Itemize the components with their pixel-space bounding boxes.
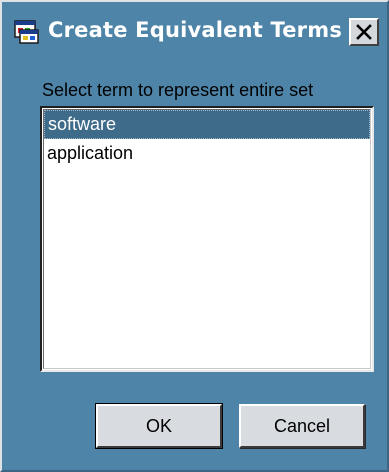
list-item-software[interactable]: software <box>44 110 370 139</box>
cancel-button[interactable]: Cancel <box>239 404 365 448</box>
dialog-app-icon <box>14 20 39 44</box>
list-item-application[interactable]: application <box>44 139 370 168</box>
close-button[interactable] <box>349 18 379 46</box>
terms-list: software application <box>43 109 371 369</box>
terms-listbox[interactable]: software application <box>40 106 374 372</box>
create-equivalent-terms-dialog: Create Equivalent Terms Select term to r… <box>0 0 389 472</box>
ok-button[interactable]: OK <box>95 403 223 449</box>
title-bar[interactable]: Create Equivalent Terms <box>6 6 383 58</box>
close-icon <box>356 24 372 40</box>
dialog-title: Create Equivalent Terms <box>48 18 343 42</box>
instruction-label: Select term to represent entire set <box>42 80 314 100</box>
